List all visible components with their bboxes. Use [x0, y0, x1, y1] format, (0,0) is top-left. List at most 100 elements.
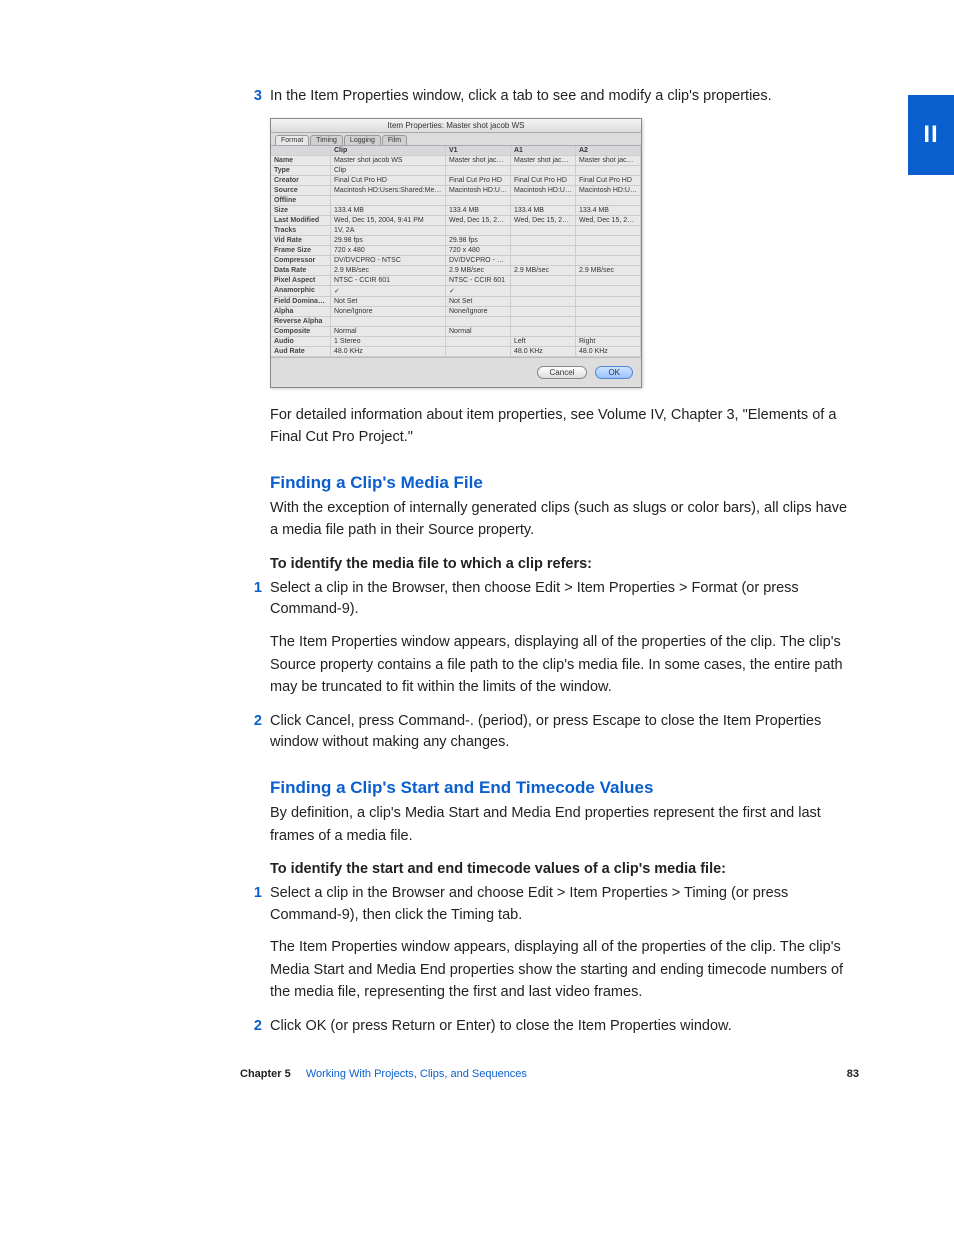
grid-cell: [446, 317, 511, 326]
grid-cell: None/Ignore: [446, 307, 511, 316]
grid-cell: Master shot jacob WS: [331, 156, 446, 165]
grid-row: TypeClip: [271, 166, 641, 176]
grid-cell: Field Dominance: [271, 297, 331, 306]
ok-button[interactable]: OK: [595, 366, 633, 379]
grid-cell: Master shot jacob WS: [511, 156, 576, 165]
grid-cell: NTSC - CCIR 601: [331, 276, 446, 285]
grid-row: Vid Rate29.98 fps29.98 fps: [271, 236, 641, 246]
section-heading-media-file: Finding a Clip's Media File: [270, 473, 859, 493]
section1-intro: With the exception of internally generat…: [270, 497, 859, 542]
col-v1: V1: [446, 146, 511, 155]
grid-cell: Composite: [271, 327, 331, 336]
step-text: Click Cancel, press Command-. (period), …: [270, 711, 859, 755]
grid-cell: [576, 307, 641, 316]
grid-row: Aud Rate48.0 KHz48.0 KHz48.0 KHz: [271, 347, 641, 357]
grid-cell: Last Modified: [271, 216, 331, 225]
grid-cell: Source: [271, 186, 331, 195]
tab-bar: Format Timing Logging Film: [271, 133, 641, 146]
grid-cell: Clip: [331, 166, 446, 175]
section2-step1: 1 Select a clip in the Browser and choos…: [240, 883, 859, 927]
grid-cell: Creator: [271, 176, 331, 185]
grid-cell: Final Cut Pro HD: [446, 176, 511, 185]
grid-row: NameMaster shot jacob WSMaster shot jaco…: [271, 156, 641, 166]
grid-row: CompressorDV/DVCPRO - NTSCDV/DVCPRO - NT…: [271, 256, 641, 266]
grid-cell: Audio: [271, 337, 331, 346]
tab-logging[interactable]: Logging: [344, 135, 381, 145]
grid-cell: Macintosh HD:Users:Sha: [511, 186, 576, 195]
grid-cell: [511, 307, 576, 316]
step-number: 1: [240, 578, 270, 622]
grid-cell: 720 x 480: [331, 246, 446, 255]
grid-cell: Macintosh HD:Users:Sha: [576, 186, 641, 195]
grid-row: Size133.4 MB133.4 MB133.4 MB133.4 MB: [271, 206, 641, 216]
grid-cell: Master shot jacob WS: [576, 156, 641, 165]
grid-row: Field DominanceNot SetNot Set: [271, 297, 641, 307]
chapter-title: Working With Projects, Clips, and Sequen…: [306, 1068, 527, 1080]
grid-cell: [576, 286, 641, 296]
grid-row: CompositeNormalNormal: [271, 327, 641, 337]
grid-cell: 133.4 MB: [576, 206, 641, 215]
section2-step2: 2 Click OK (or press Return or Enter) to…: [240, 1016, 859, 1038]
grid-cell: [576, 226, 641, 235]
grid-cell: Offline: [271, 196, 331, 205]
part-tab: II: [908, 95, 954, 175]
tab-film[interactable]: Film: [382, 135, 407, 145]
section1-task: To identify the media file to which a cl…: [270, 556, 859, 572]
grid-cell: Not Set: [446, 297, 511, 306]
col-a1: A1: [511, 146, 576, 155]
step-text: Select a clip in the Browser, then choos…: [270, 578, 859, 622]
grid-row: Anamorphic✓✓: [271, 286, 641, 297]
grid-cell: ✓: [331, 286, 446, 296]
grid-row: Offline: [271, 196, 641, 206]
grid-cell: 720 x 480: [446, 246, 511, 255]
grid-cell: 2.9 MB/sec: [331, 266, 446, 275]
grid-cell: [511, 327, 576, 336]
col-clip: Clip: [331, 146, 446, 155]
grid-cell: [511, 276, 576, 285]
grid-cell: [511, 317, 576, 326]
grid-cell: Master shot jacob WS: [446, 156, 511, 165]
grid-cell: [511, 196, 576, 205]
section1-step2: 2 Click Cancel, press Command-. (period)…: [240, 711, 859, 755]
grid-cell: Frame Size: [271, 246, 331, 255]
grid-cell: [331, 317, 446, 326]
grid-cell: Type: [271, 166, 331, 175]
grid-header: Clip V1 A1 A2: [271, 146, 641, 156]
grid-cell: Normal: [446, 327, 511, 336]
grid-row: Data Rate2.9 MB/sec2.9 MB/sec2.9 MB/sec2…: [271, 266, 641, 276]
grid-row: Last ModifiedWed, Dec 15, 2004, 9:41 PM W…: [271, 216, 641, 226]
step-text: Click OK (or press Return or Enter) to c…: [270, 1016, 732, 1038]
grid-cell: 133.4 MB: [331, 206, 446, 215]
properties-grid: Clip V1 A1 A2 NameMaster shot jacob WSMa…: [271, 146, 641, 357]
grid-cell: 133.4 MB: [446, 206, 511, 215]
tab-timing[interactable]: Timing: [310, 135, 343, 145]
grid-cell: [576, 327, 641, 336]
col-label: [271, 146, 331, 155]
grid-row: Reverse Alpha: [271, 317, 641, 327]
grid-row: Frame Size720 x 480720 x 480: [271, 246, 641, 256]
grid-row: Pixel AspectNTSC - CCIR 601NTSC - CCIR 6…: [271, 276, 641, 286]
grid-cell: Final Cut Pro HD: [576, 176, 641, 185]
grid-cell: Wed, Dec 15, 2004, 9:4: [576, 216, 641, 225]
grid-cell: Right: [576, 337, 641, 346]
grid-cell: Final Cut Pro HD: [511, 176, 576, 185]
step-text: In the Item Properties window, click a t…: [270, 86, 772, 108]
section-heading-timecode: Finding a Clip's Start and End Timecode …: [270, 778, 859, 798]
cancel-button[interactable]: Cancel: [537, 366, 588, 379]
grid-cell: [511, 297, 576, 306]
grid-cell: ✓: [446, 286, 511, 296]
grid-cell: [446, 196, 511, 205]
grid-row: SourceMacintosh HD:Users:Shared:Media:DV…: [271, 186, 641, 196]
step-3: 3 In the Item Properties window, click a…: [240, 86, 859, 108]
grid-cell: [446, 166, 511, 175]
step-text: Select a clip in the Browser and choose …: [270, 883, 859, 927]
grid-cell: 48.0 KHz: [331, 347, 446, 356]
grid-cell: [576, 297, 641, 306]
grid-cell: 1V, 2A: [331, 226, 446, 235]
grid-cell: None/Ignore: [331, 307, 446, 316]
tab-format[interactable]: Format: [275, 135, 309, 145]
grid-cell: [511, 226, 576, 235]
grid-cell: Wed, Dec 15, 2004, 9:41 PM: [331, 216, 446, 225]
section2-p1: The Item Properties window appears, disp…: [270, 936, 859, 1003]
grid-cell: [446, 347, 511, 356]
